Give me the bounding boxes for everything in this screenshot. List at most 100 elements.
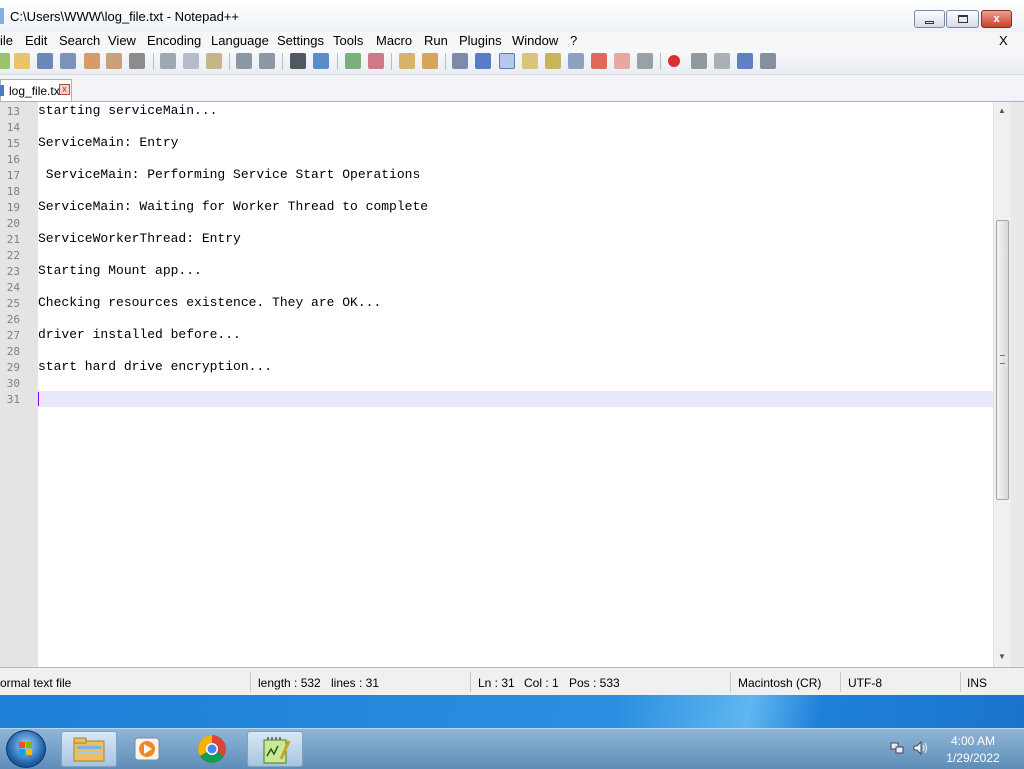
code-line: Checking resources existence. They are O… [38,295,382,310]
notepadpp-icon [263,737,291,764]
line-number: 24 [6,281,20,294]
menu-run[interactable]: Run [424,32,448,49]
stop-macro-icon[interactable] [691,53,707,69]
line-number: 16 [6,153,20,166]
sync-horizontal-icon[interactable] [422,53,438,69]
monitoring-eye-icon[interactable] [637,53,653,69]
menu-language[interactable]: Language [211,32,269,49]
menu-file[interactable]: ile [0,32,13,49]
paste-icon[interactable] [206,53,222,69]
print-icon[interactable] [129,53,145,69]
start-button[interactable] [6,730,46,768]
line-number: 26 [6,313,20,326]
record-macro-icon[interactable] [668,55,680,67]
volume-icon[interactable] [913,741,929,755]
tab-label: log_file.txt [9,84,64,98]
word-wrap-icon[interactable] [452,53,468,69]
close-file-icon[interactable] [84,53,100,69]
menu-encoding[interactable]: Encoding [147,32,201,49]
taskbar-notepadpp[interactable] [247,731,303,767]
menu-plugins[interactable]: Plugins [459,32,502,49]
line-number: 23 [6,265,20,278]
indent-guide-icon[interactable] [499,53,515,69]
redo-icon[interactable] [259,53,275,69]
network-icon[interactable] [890,741,904,755]
zoom-in-icon[interactable] [345,53,361,69]
status-eol-format[interactable]: Macintosh (CR) [738,676,821,690]
close-icon: x [993,13,1000,25]
close-document-x[interactable]: X [999,32,1008,49]
clock-date[interactable]: 1/29/2022 [936,751,1010,765]
show-all-characters-icon[interactable] [475,53,491,69]
copy-icon[interactable] [183,53,199,69]
toolbar [0,49,1024,75]
line-number: 14 [6,121,20,134]
text-caret [38,392,39,406]
menu-settings[interactable]: Settings [277,32,324,49]
close-all-icon[interactable] [106,53,122,69]
taskbar-media-player[interactable] [119,731,175,767]
tab-log-file[interactable]: log_file.txt x [0,79,72,101]
run-macro-multiple-icon[interactable] [737,53,753,69]
minimize-button[interactable] [914,10,945,28]
minimize-icon [925,20,934,24]
status-separator [470,672,471,692]
scroll-up-arrow-icon[interactable]: ▲ [998,106,1006,115]
menu-search[interactable]: Search [59,32,100,49]
close-button[interactable]: x [981,10,1012,28]
status-encoding[interactable]: UTF-8 [848,676,882,690]
maximize-button[interactable] [946,10,979,28]
save-all-icon[interactable] [60,53,76,69]
project-panel-icon[interactable] [614,53,630,69]
code-line: starting serviceMain... [38,103,218,118]
new-file-icon[interactable] [0,53,10,69]
cut-icon[interactable] [160,53,176,69]
media-player-icon [134,737,160,761]
menu-tools[interactable]: Tools [333,32,363,49]
replace-icon[interactable] [313,53,329,69]
play-macro-icon[interactable] [714,53,730,69]
line-number: 17 [6,169,20,182]
status-length: length : 532 [258,676,321,690]
zoom-out-icon[interactable] [368,53,384,69]
toolbar-separator [282,53,283,70]
taskbar-chrome[interactable] [185,731,241,767]
undo-icon[interactable] [236,53,252,69]
status-column: Col : 1 [524,676,559,690]
desktop-background [0,695,1024,728]
menu-help[interactable]: ? [570,32,577,49]
toolbar-separator [445,53,446,70]
open-file-icon[interactable] [14,53,30,69]
sync-vertical-icon[interactable] [399,53,415,69]
taskbar-file-explorer[interactable] [61,731,117,767]
user-defined-language-icon[interactable] [522,53,538,69]
document-map-icon[interactable] [545,53,561,69]
menu-view[interactable]: View [108,32,136,49]
status-lines: lines : 31 [331,676,380,690]
toolbar-separator [153,53,154,70]
menu-edit[interactable]: Edit [25,32,47,49]
save-macro-icon[interactable] [760,53,776,69]
document-icon [0,85,4,96]
scrollbar-thumb[interactable] [996,220,1009,500]
menu-macro[interactable]: Macro [376,32,412,49]
status-separator [840,672,841,692]
scrollbar-grip [1000,355,1005,364]
status-line: Ln : 31 [478,676,515,690]
clock-time[interactable]: 4:00 AM [936,734,1010,748]
menu-window[interactable]: Window [512,32,558,49]
status-separator [250,672,251,692]
toolbar-separator [337,53,338,70]
line-number: 19 [6,201,20,214]
tab-close-icon[interactable]: x [59,84,70,95]
vertical-scrollbar[interactable]: ▲ ▼ [993,102,1011,667]
scroll-down-arrow-icon[interactable]: ▼ [998,652,1006,661]
folder-as-workspace-icon[interactable] [591,53,607,69]
window-edge [1010,102,1024,667]
find-icon[interactable] [290,53,306,69]
save-icon[interactable] [37,53,53,69]
editor-area[interactable]: ▲ ▼ 13 14 15 16 17 18 19 20 21 22 23 24 25 26 27 28 29 30… [0,102,1024,667]
notepadpp-app-icon [0,8,4,24]
line-number: 25 [6,297,20,310]
function-list-icon[interactable] [568,53,584,69]
